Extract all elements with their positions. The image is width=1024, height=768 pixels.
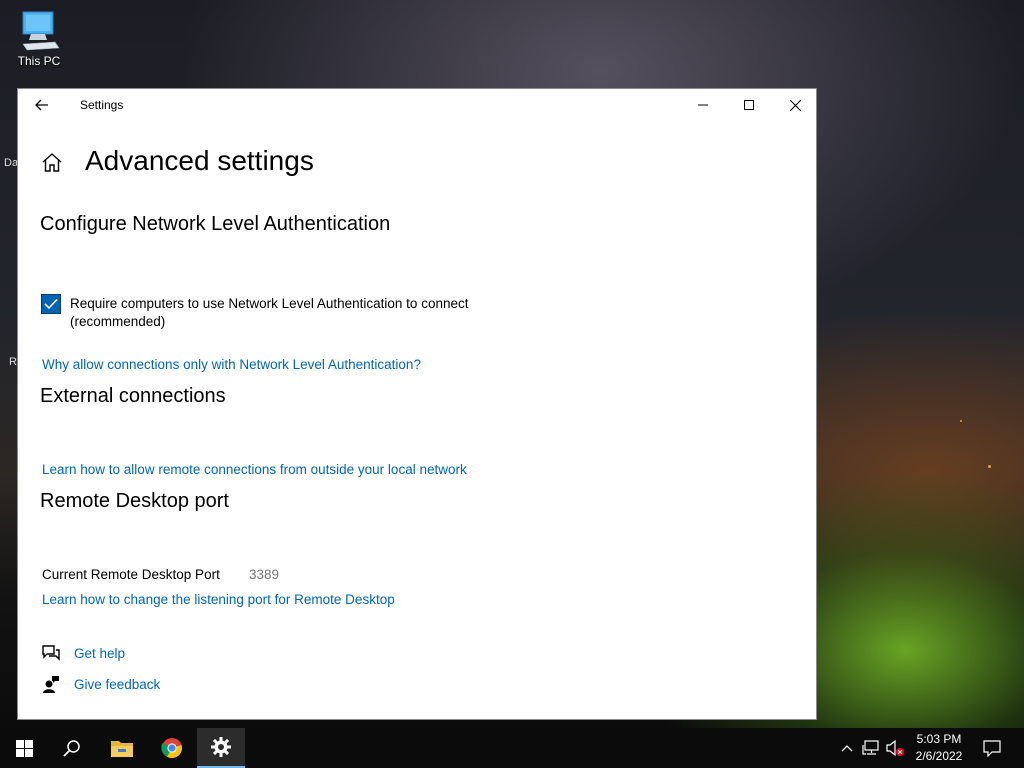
volume-muted-icon — [886, 739, 904, 757]
settings-content: Advanced settings Configure Network Leve… — [18, 121, 816, 719]
close-icon — [789, 99, 801, 111]
search-button[interactable] — [48, 728, 96, 768]
settings-gear-icon — [211, 737, 231, 757]
give-feedback-row[interactable]: Give feedback — [40, 674, 160, 694]
desktop-edge-text: R — [9, 356, 17, 368]
minimize-icon — [698, 104, 708, 106]
external-connections-heading: External connections — [40, 385, 226, 407]
change-port-link[interactable]: Learn how to change the listening port f… — [42, 592, 395, 607]
star-light — [960, 420, 962, 422]
desktop-edge-text: Da — [4, 157, 19, 169]
give-feedback-label: Give feedback — [74, 676, 161, 692]
this-pc-desktop-icon[interactable]: This PC — [12, 8, 66, 68]
file-explorer-button[interactable] — [98, 728, 146, 768]
star-light — [988, 465, 991, 468]
nla-checkbox-label-line2: (recommended) — [70, 314, 166, 329]
nla-checkbox-label[interactable]: Require computers to use Network Level A… — [70, 295, 510, 331]
network-icon — [862, 740, 879, 755]
rdp-port-label: Current Remote Desktop Port — [42, 567, 220, 582]
title-bar: Settings — [18, 89, 816, 121]
maximize-button[interactable] — [726, 89, 772, 121]
rdp-port-value: 3389 — [249, 567, 280, 582]
settings-window: Settings Advanced settings Configure Net… — [17, 88, 817, 720]
windows-start-icon — [15, 739, 33, 757]
back-arrow-icon — [35, 99, 48, 111]
chrome-button[interactable] — [148, 728, 196, 768]
nla-heading: Configure Network Level Authentication — [40, 213, 391, 235]
chrome-icon — [161, 738, 182, 759]
computer-icon — [22, 11, 60, 51]
clock-time: 5:03 PM — [916, 732, 962, 746]
taskbar-clock[interactable]: 5:03 PM 2/6/2022 — [906, 731, 972, 765]
network-tray-button[interactable] — [860, 728, 882, 768]
page-title: Advanced settings — [85, 145, 314, 176]
close-button[interactable] — [772, 89, 818, 121]
rdp-port-heading: Remote Desktop port — [40, 490, 229, 512]
chat-help-icon — [40, 643, 62, 663]
show-hidden-icons-button[interactable] — [838, 728, 856, 768]
checkmark-icon — [44, 298, 58, 310]
minimize-button[interactable] — [680, 89, 726, 121]
search-icon — [63, 740, 80, 757]
clock-date: 2/6/2022 — [915, 749, 963, 763]
window-title: Settings — [80, 98, 124, 112]
start-button[interactable] — [0, 728, 48, 768]
nla-checkbox[interactable] — [41, 294, 61, 314]
get-help-label: Get help — [74, 645, 126, 661]
maximize-icon — [744, 100, 754, 110]
home-icon[interactable] — [40, 151, 64, 175]
chevron-up-icon — [841, 745, 853, 752]
this-pc-label: This PC — [17, 54, 61, 68]
action-center-button[interactable] — [978, 728, 1006, 768]
taskbar: 5:03 PM 2/6/2022 — [0, 728, 1024, 768]
nla-info-link[interactable]: Why allow connections only with Network … — [42, 357, 421, 372]
external-connections-link[interactable]: Learn how to allow remote connections fr… — [42, 462, 467, 477]
nla-checkbox-label-line1: Require computers to use Network Level A… — [70, 296, 469, 311]
get-help-row[interactable]: Get help — [40, 643, 125, 663]
notification-icon — [983, 739, 1001, 757]
file-explorer-icon — [111, 741, 133, 757]
settings-taskbar-button[interactable] — [197, 728, 245, 768]
feedback-icon — [40, 674, 62, 694]
volume-tray-button[interactable] — [884, 728, 906, 768]
back-button[interactable] — [28, 93, 56, 117]
